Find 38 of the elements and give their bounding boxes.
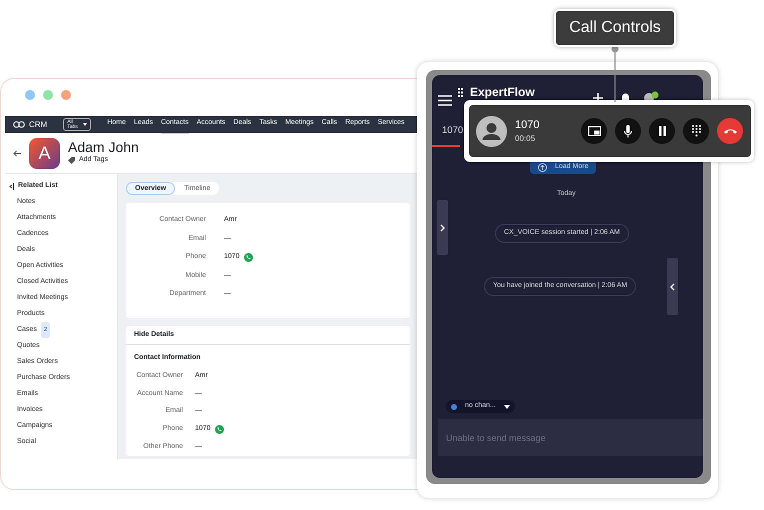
caller-number: 1070 [515,118,540,133]
window-dot [61,90,71,100]
end-call-button[interactable] [717,118,743,144]
mute-button[interactable] [615,118,641,144]
caret-icon [504,404,510,408]
expand-handle[interactable] [437,200,448,255]
call-duration: 00:05 [515,133,536,146]
menu-icon[interactable] [438,95,452,106]
tag-icon [68,157,75,164]
dialpad-button[interactable] [683,118,709,144]
microphone-icon [624,124,632,138]
chevron-left-icon [670,282,675,290]
brand-logo-icon [458,88,466,96]
phone-call-icon[interactable] [244,253,253,262]
caller-avatar-icon [476,116,507,146]
chevron-right-icon [440,224,445,232]
message-input[interactable]: Unable to send message [438,419,703,456]
pip-button[interactable] [581,118,607,144]
hold-button[interactable] [649,118,675,144]
callout-label: Call Controls [554,9,676,47]
crm-logo-icon [13,121,25,128]
dialpad-icon [692,125,700,137]
contact-avatar: A [29,138,60,169]
hang-up-icon [724,128,736,134]
collapse-handle[interactable] [667,258,678,315]
back-arrow-icon[interactable] [13,150,21,157]
contact-name: Adam John [68,140,139,156]
app-name: CRM [29,118,48,130]
brand-name: ExpertFlow [470,86,535,98]
window-dot [25,90,35,100]
upload-icon [538,162,547,172]
phone-call-icon[interactable] [214,424,224,434]
collapse-icon[interactable] [9,182,14,190]
window-dot [43,90,53,100]
pause-icon [658,126,666,136]
picture-in-picture-icon [588,126,600,136]
conversation-tab[interactable]: 1070 [442,125,464,136]
caret-icon [83,123,88,126]
